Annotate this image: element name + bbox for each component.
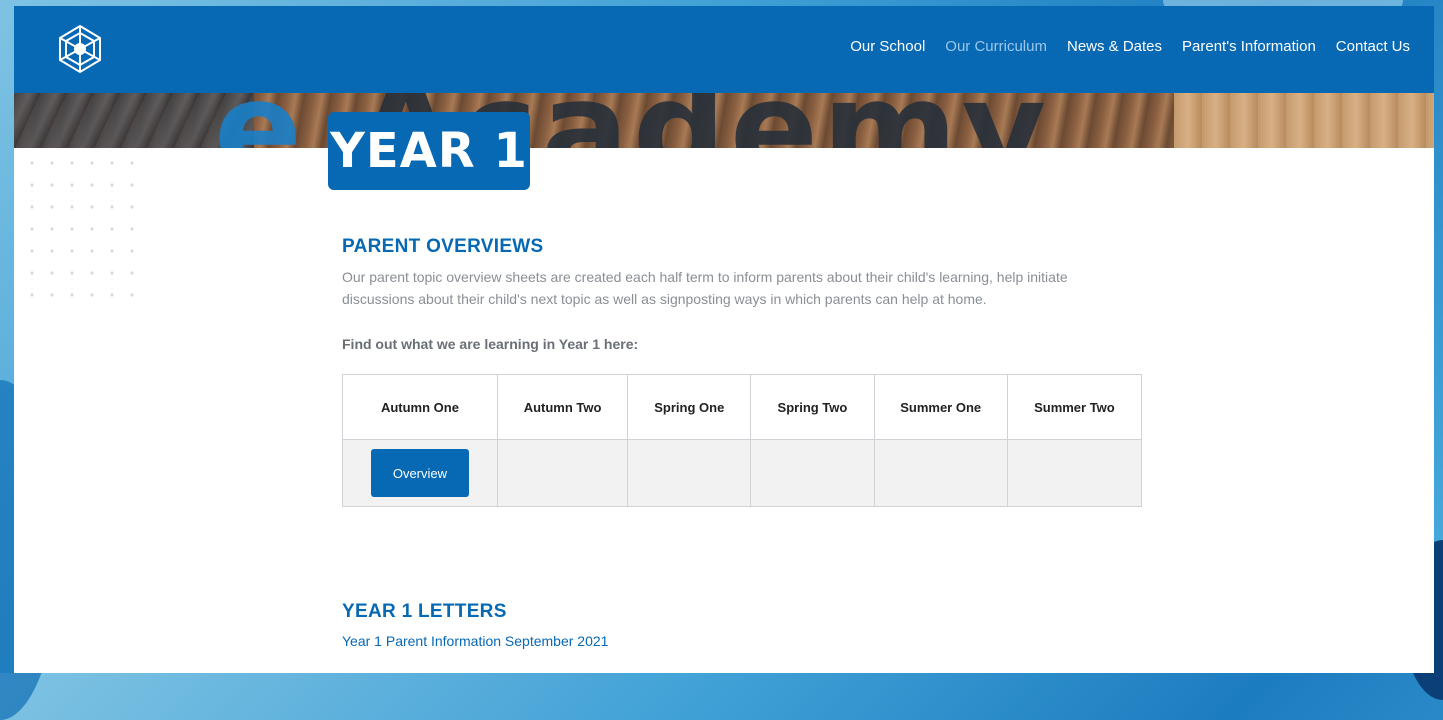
overview-table: Autumn One Autumn Two Spring One Spring … xyxy=(342,374,1143,507)
site-header: Our School Our Curriculum News & Dates P… xyxy=(14,6,1434,93)
letters-section: YEAR 1 LETTERS Year 1 Parent Information… xyxy=(342,601,608,649)
nav-parents-information[interactable]: Parent's Information xyxy=(1182,38,1316,55)
section-heading: YEAR 1 LETTERS xyxy=(342,601,507,622)
table-header-cell: Autumn Two xyxy=(496,374,629,440)
decorative-dot-grid xyxy=(22,152,142,312)
table-cell xyxy=(627,439,752,507)
main-nav: Our School Our Curriculum News & Dates P… xyxy=(850,38,1410,55)
find-out-text: Find out what we are learning in Year 1 … xyxy=(342,336,639,352)
table-header-cell: Spring One xyxy=(627,374,752,440)
nav-our-school[interactable]: Our School xyxy=(850,38,925,55)
table-header-cell: Spring Two xyxy=(750,374,875,440)
parent-overviews-section: PARENT OVERVIEWS Our parent topic overvi… xyxy=(342,236,1143,507)
overview-button[interactable]: Overview xyxy=(370,449,469,497)
table-header-cell: Summer One xyxy=(873,374,1008,440)
table-row: Overview xyxy=(342,439,1143,507)
table-cell: Overview xyxy=(342,439,498,507)
page-title: YEAR 1 xyxy=(328,112,530,190)
banner-wood xyxy=(1174,93,1434,148)
table-header-cell: Summer Two xyxy=(1006,374,1143,440)
table-cell xyxy=(873,439,1008,507)
table-cell xyxy=(1006,439,1143,507)
hero-banner-image: e Academy xyxy=(14,93,1434,148)
nav-contact-us[interactable]: Contact Us xyxy=(1336,38,1410,55)
nav-our-curriculum[interactable]: Our Curriculum xyxy=(945,38,1047,55)
page: Our School Our Curriculum News & Dates P… xyxy=(14,6,1434,673)
table-cell xyxy=(750,439,875,507)
section-intro: Our parent topic overview sheets are cre… xyxy=(342,269,1068,307)
table-cell xyxy=(496,439,629,507)
section-heading: PARENT OVERVIEWS xyxy=(342,236,544,257)
nav-news-dates[interactable]: News & Dates xyxy=(1067,38,1162,55)
table-header-cell: Autumn One xyxy=(342,374,498,440)
letter-link[interactable]: Year 1 Parent Information September 2021 xyxy=(342,633,608,649)
table-header-row: Autumn One Autumn Two Spring One Spring … xyxy=(342,374,1143,440)
school-crest-icon[interactable] xyxy=(54,23,106,75)
